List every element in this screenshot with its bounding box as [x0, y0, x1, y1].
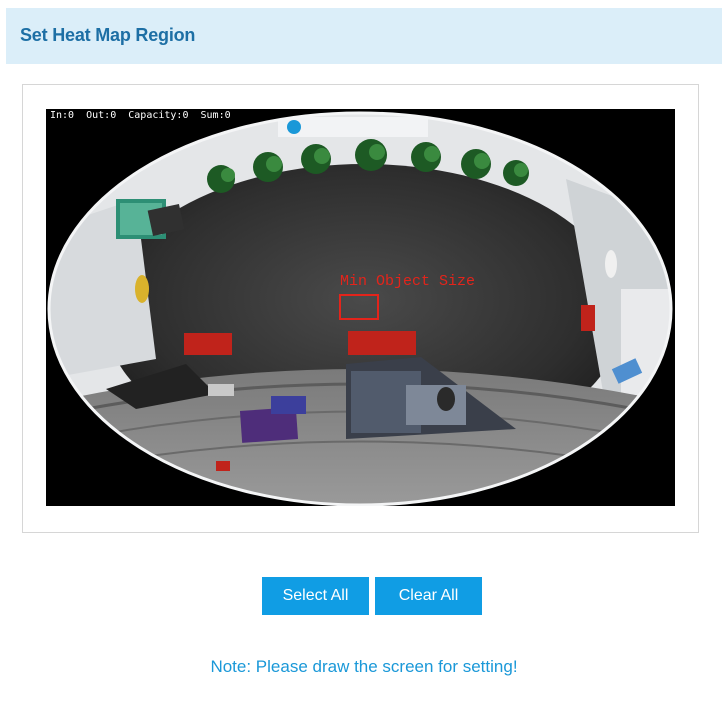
- setting-note: Note: Please draw the screen for setting…: [210, 657, 518, 676]
- select-all-button[interactable]: Select All: [262, 577, 369, 615]
- osd-counter-overlay: In:0 Out:0 Capacity:0 Sum:0: [50, 110, 231, 121]
- clear-all-button[interactable]: Clear All: [375, 577, 482, 615]
- fisheye-video-canvas[interactable]: In:0 Out:0 Capacity:0 Sum:0 Min Object S…: [46, 109, 675, 506]
- min-object-size-label: Min Object Size: [340, 273, 476, 290]
- min-object-size-box[interactable]: [339, 294, 379, 320]
- video-panel: In:0 Out:0 Capacity:0 Sum:0 Min Object S…: [22, 84, 699, 533]
- section-title: Set Heat Map Region: [20, 25, 196, 45]
- section-header: Set Heat Map Region: [6, 8, 722, 64]
